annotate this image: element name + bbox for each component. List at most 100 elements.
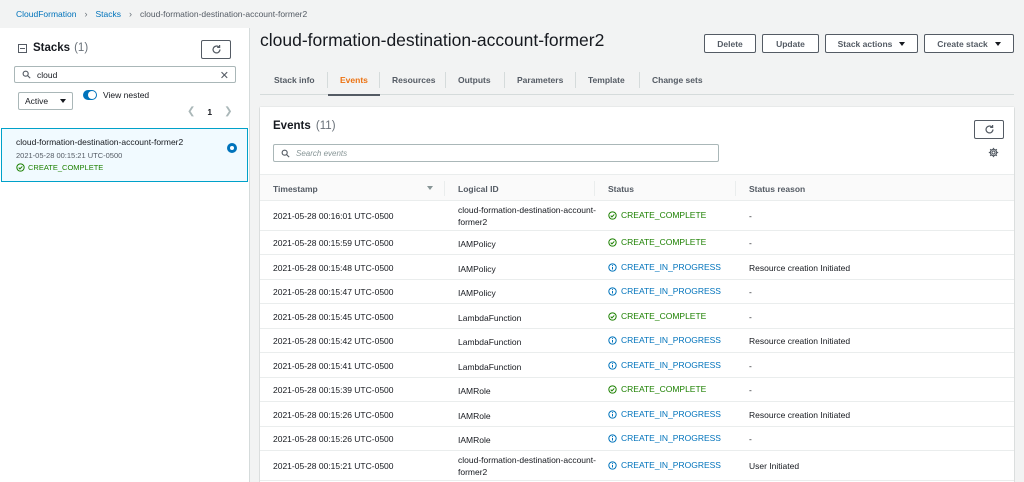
event-status[interactable]: CREATE_IN_PROGRESS <box>608 360 721 370</box>
tab-change-sets[interactable]: Change sets <box>652 64 703 95</box>
create-stack-label: Create stack <box>937 38 988 49</box>
info-circle-icon <box>608 262 617 272</box>
event-logical-id: IAMRole <box>458 411 491 421</box>
column-logical-id[interactable]: Logical ID <box>458 184 499 194</box>
view-nested-toggle[interactable] <box>83 90 97 100</box>
event-status-text: CREATE_IN_PROGRESS <box>621 262 721 272</box>
table-row: 2021-05-28 00:15:47 UTC-0500 IAMPolicy CRE… <box>260 280 1014 304</box>
event-status-reason: Resource creation Initiated <box>749 410 851 420</box>
table-row: 2021-05-28 00:15:39 UTC-0500 IAMRole CREAT… <box>260 378 1014 402</box>
event-status[interactable]: CREATE_IN_PROGRESS <box>608 335 721 345</box>
event-logical-id: IAMRole <box>458 435 491 445</box>
event-logical-id: cloud-formation-destination-account-form… <box>458 205 596 227</box>
column-status[interactable]: Status <box>608 184 634 194</box>
stacks-search-input[interactable]: cloud ✕ <box>14 66 236 83</box>
update-button[interactable]: Update <box>762 34 819 53</box>
info-circle-icon <box>608 335 617 345</box>
event-status-text: CREATE_IN_PROGRESS <box>621 335 721 345</box>
chevron-right-icon[interactable]: ❯ <box>224 106 232 117</box>
delete-button-label: Delete <box>717 38 743 49</box>
stack-actions-button[interactable]: Stack actions <box>825 34 918 53</box>
tab-divider <box>639 72 640 88</box>
event-logical-id: LambdaFunction <box>458 313 522 323</box>
event-status-text: CREATE_COMPLETE <box>621 311 707 321</box>
gear-icon[interactable] <box>988 147 999 160</box>
event-status[interactable]: CREATE_IN_PROGRESS <box>608 460 721 470</box>
view-nested-label: View nested <box>103 90 150 100</box>
check-circle-icon <box>16 163 25 172</box>
tab-stack-info[interactable]: Stack info <box>274 64 315 95</box>
refresh-icon <box>212 45 221 54</box>
tab-template[interactable]: Template <box>588 64 625 95</box>
event-logical-id: cloud-formation-destination-account-form… <box>458 455 596 477</box>
stack-radio-selected[interactable] <box>227 143 237 153</box>
stack-name[interactable]: cloud-formation-destination-account-form… <box>16 137 183 147</box>
event-status-text: CREATE_IN_PROGRESS <box>621 286 721 296</box>
event-status[interactable]: CREATE_IN_PROGRESS <box>608 433 721 443</box>
tab-events[interactable]: Events <box>328 64 380 96</box>
event-status[interactable]: CREATE_IN_PROGRESS <box>608 409 721 419</box>
chevron-right-icon: › <box>84 9 88 19</box>
event-timestamp: 2021-05-28 00:15:47 UTC-0500 <box>273 287 394 297</box>
stacks-refresh-button[interactable] <box>201 40 231 59</box>
table-row: 2021-05-28 00:15:59 UTC-0500 IAMPolicy CRE… <box>260 231 1014 255</box>
event-status-text: CREATE_COMPLETE <box>621 384 707 394</box>
column-status-reason[interactable]: Status reason <box>749 184 805 194</box>
tab-resources[interactable]: Resources <box>392 64 435 95</box>
tab-divider <box>379 72 380 88</box>
event-status-reason: Resource creation Initiated <box>749 263 851 273</box>
stacks-count: (1) <box>74 42 89 54</box>
tab-divider <box>504 72 505 88</box>
check-circle-icon <box>608 311 617 321</box>
table-row: 2021-05-28 00:15:21 UTC-0500 cloud-format… <box>260 451 1014 481</box>
tab-divider <box>575 72 576 88</box>
event-status-reason: Resource creation Initiated <box>749 336 851 346</box>
collapse-icon[interactable] <box>18 43 27 53</box>
check-circle-icon <box>608 210 617 220</box>
stacks-search-value: cloud <box>37 69 58 80</box>
event-status: CREATE_COMPLETE <box>608 210 706 220</box>
event-status-text: CREATE_IN_PROGRESS <box>621 433 721 443</box>
tab-parameters[interactable]: Parameters <box>517 64 563 95</box>
event-status[interactable]: CREATE_IN_PROGRESS <box>608 262 721 272</box>
create-stack-button[interactable]: Create stack <box>924 34 1014 53</box>
chevron-left-icon[interactable]: ❮ <box>187 106 195 117</box>
table-row: 2021-05-28 00:15:48 UTC-0500 IAMPolicy CRE… <box>260 255 1014 280</box>
stacks-panel: Stacks (1) cloud ✕ Active View nested ❮ … <box>0 28 250 482</box>
events-title-text: Events <box>273 120 311 132</box>
refresh-icon <box>985 125 994 134</box>
event-timestamp: 2021-05-28 00:15:39 UTC-0500 <box>273 385 394 395</box>
event-timestamp: 2021-05-28 00:15:42 UTC-0500 <box>273 336 394 346</box>
table-row: 2021-05-28 00:15:42 UTC-0500 LambdaFuncti… <box>260 329 1014 353</box>
event-status: CREATE_COMPLETE <box>608 384 706 394</box>
event-status-text: CREATE_IN_PROGRESS <box>621 360 721 370</box>
page-number[interactable]: 1 <box>207 107 212 117</box>
column-timestamp[interactable]: Timestamp <box>273 184 318 194</box>
sort-descending-icon[interactable] <box>427 186 433 190</box>
stack-status-filter[interactable]: Active <box>18 92 73 110</box>
table-row: 2021-05-28 00:15:26 UTC-0500 IAMRole CREAT… <box>260 427 1014 451</box>
breadcrumb-cloudformation[interactable]: CloudFormation <box>16 9 76 19</box>
event-status-reason: - <box>749 287 752 297</box>
event-status: CREATE_COMPLETE <box>608 237 706 247</box>
column-divider <box>444 181 445 196</box>
stack-status: CREATE_COMPLETE <box>16 163 103 172</box>
stacks-panel-header: Stacks (1) <box>18 42 88 54</box>
stack-created-date: 2021-05-28 00:15:21 UTC-0500 <box>16 151 123 160</box>
event-logical-id: IAMPolicy <box>458 264 496 274</box>
stacks-panel-title: Stacks <box>33 42 71 54</box>
tab-outputs[interactable]: Outputs <box>458 64 491 95</box>
table-row: 2021-05-28 00:15:41 UTC-0500 LambdaFuncti… <box>260 353 1014 378</box>
check-circle-icon <box>608 384 617 394</box>
event-logical-id: IAMRole <box>458 386 491 396</box>
event-status[interactable]: CREATE_IN_PROGRESS <box>608 286 721 296</box>
breadcrumb-stacks[interactable]: Stacks <box>95 9 121 19</box>
check-circle-icon <box>608 237 617 247</box>
delete-button[interactable]: Delete <box>704 34 756 53</box>
events-search-input[interactable] <box>296 148 696 158</box>
events-refresh-button[interactable] <box>974 120 1004 139</box>
clear-icon[interactable]: ✕ <box>220 69 229 82</box>
event-timestamp: 2021-05-28 00:15:26 UTC-0500 <box>273 434 394 444</box>
stack-list-item[interactable]: cloud-formation-destination-account-form… <box>1 128 248 182</box>
event-status-text: CREATE_IN_PROGRESS <box>621 409 721 419</box>
